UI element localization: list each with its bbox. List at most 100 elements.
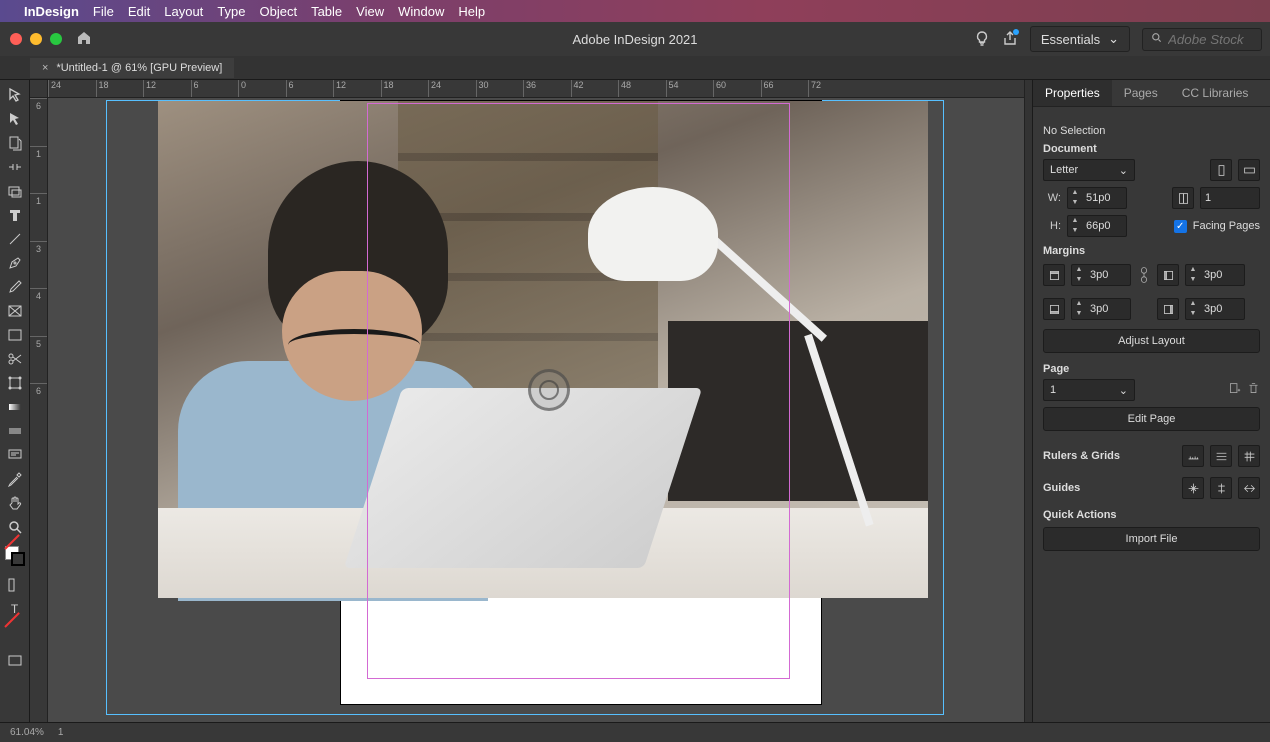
menu-file[interactable]: File (93, 4, 114, 19)
eyedropper-tool[interactable] (2, 468, 28, 490)
pen-tool[interactable] (2, 252, 28, 274)
content-grabber-icon[interactable] (528, 369, 570, 411)
ruler-units-icon[interactable] (1182, 445, 1204, 467)
adobe-stock-search[interactable] (1142, 28, 1262, 51)
default-colors-icon[interactable] (5, 624, 25, 644)
panel-grip[interactable] (1024, 80, 1032, 722)
edit-page-button[interactable]: Edit Page (1043, 407, 1260, 431)
scissors-tool[interactable] (2, 348, 28, 370)
gradient-swatch-tool[interactable] (2, 396, 28, 418)
ruler-tick: 66 (761, 80, 809, 97)
add-page-icon[interactable] (1228, 382, 1241, 398)
direct-selection-tool[interactable] (2, 108, 28, 130)
page-margin-guide (367, 103, 790, 679)
adjust-layout-button[interactable]: Adjust Layout (1043, 329, 1260, 353)
tab-properties[interactable]: Properties (1033, 80, 1112, 106)
menu-view[interactable]: View (356, 4, 384, 19)
document-tabs: × *Untitled-1 @ 61% [GPU Preview] (0, 56, 1270, 80)
home-icon[interactable] (76, 30, 92, 49)
margin-outside-input[interactable]: ▲▼ (1185, 298, 1245, 320)
content-collector-tool[interactable] (2, 180, 28, 202)
panel-tabs: Properties Pages CC Libraries (1033, 80, 1270, 107)
margin-bottom-input[interactable]: ▲▼ (1071, 298, 1131, 320)
menu-edit[interactable]: Edit (128, 4, 150, 19)
orientation-portrait-icon[interactable] (1210, 159, 1232, 181)
window-minimize-icon[interactable] (30, 33, 42, 45)
selection-tool[interactable] (2, 84, 28, 106)
rectangle-tool[interactable] (2, 324, 28, 346)
tab-cc-libraries[interactable]: CC Libraries (1170, 80, 1261, 106)
gap-tool[interactable] (2, 156, 28, 178)
tab-close-icon[interactable]: × (42, 62, 48, 74)
rectangle-frame-tool[interactable] (2, 300, 28, 322)
fill-stroke-swatch[interactable] (5, 546, 25, 566)
horizontal-ruler[interactable]: 24 18 12 6 0 6 12 18 24 30 36 42 48 54 6… (48, 80, 1024, 98)
tips-icon[interactable] (974, 30, 990, 49)
window-zoom-icon[interactable] (50, 33, 62, 45)
delete-page-icon[interactable] (1247, 382, 1260, 398)
note-tool[interactable] (2, 444, 28, 466)
pages-count-field[interactable] (1201, 192, 1241, 204)
snap-guides-icon[interactable] (1182, 477, 1204, 499)
ruler-tick: 18 (96, 80, 144, 97)
menu-object[interactable]: Object (260, 4, 298, 19)
menu-app-name[interactable]: InDesign (24, 4, 79, 19)
type-tool[interactable] (2, 204, 28, 226)
status-page[interactable]: 1 (58, 727, 64, 738)
screen-mode-icon[interactable] (2, 650, 28, 672)
canvas[interactable]: 24 18 12 6 0 6 12 18 24 30 36 42 48 54 6… (30, 80, 1024, 722)
window-close-icon[interactable] (10, 33, 22, 45)
hand-tool[interactable] (2, 492, 28, 514)
properties-panel: Properties Pages CC Libraries No Selecti… (1032, 80, 1270, 722)
pages-icon[interactable] (1172, 187, 1194, 209)
ruler-origin[interactable] (30, 80, 48, 98)
chevron-down-icon: ⌄ (1119, 164, 1128, 177)
facing-pages-checkbox[interactable]: ✓ (1174, 220, 1187, 233)
width-field[interactable] (1082, 192, 1126, 204)
formatting-container-icon[interactable] (2, 574, 28, 596)
vertical-ruler[interactable]: 6 1 1 3 4 5 6 (30, 98, 48, 722)
zoom-level[interactable]: 61.04% (10, 727, 44, 738)
ruler-tick: 6 (30, 383, 47, 431)
share-icon[interactable] (1002, 30, 1018, 49)
page-number-select[interactable]: 1 ⌄ (1043, 379, 1135, 401)
stroke-color-icon[interactable] (11, 552, 25, 566)
tab-pages[interactable]: Pages (1112, 80, 1170, 106)
orientation-landscape-icon[interactable] (1238, 159, 1260, 181)
ruler-tick: 1 (30, 146, 47, 194)
ruler-tick: 24 (428, 80, 476, 97)
menu-type[interactable]: Type (217, 4, 245, 19)
line-tool[interactable] (2, 228, 28, 250)
smart-guides-icon[interactable] (1210, 477, 1232, 499)
document-grid-icon[interactable] (1238, 445, 1260, 467)
menu-table[interactable]: Table (311, 4, 342, 19)
height-input[interactable]: ▲▼ (1067, 215, 1127, 237)
baseline-grid-icon[interactable] (1210, 445, 1232, 467)
menu-help[interactable]: Help (458, 4, 485, 19)
pencil-tool[interactable] (2, 276, 28, 298)
margin-inside-input[interactable]: ▲▼ (1185, 264, 1245, 286)
ruler-tick: 60 (713, 80, 761, 97)
document-tab[interactable]: × *Untitled-1 @ 61% [GPU Preview] (30, 58, 234, 78)
zoom-tool[interactable] (2, 516, 28, 538)
gradient-feather-tool[interactable] (2, 420, 28, 442)
page-tool[interactable] (2, 132, 28, 154)
quick-actions-label: Quick Actions (1043, 509, 1260, 521)
rulers-grids-label: Rulers & Grids (1043, 450, 1120, 462)
menu-window[interactable]: Window (398, 4, 444, 19)
free-transform-tool[interactable] (2, 372, 28, 394)
guides-label: Guides (1043, 482, 1080, 494)
margin-top-icon (1043, 264, 1065, 286)
search-icon (1151, 32, 1162, 46)
workspace-selector[interactable]: Essentials ⌄ (1030, 26, 1130, 52)
height-field[interactable] (1082, 220, 1126, 232)
link-margins-icon[interactable] (1137, 261, 1151, 289)
stock-search-input[interactable] (1168, 32, 1248, 47)
pages-count-input[interactable] (1200, 187, 1260, 209)
guide-options-icon[interactable] (1238, 477, 1260, 499)
margin-top-input[interactable]: ▲▼ (1071, 264, 1131, 286)
width-input[interactable]: ▲▼ (1067, 187, 1127, 209)
import-file-button[interactable]: Import File (1043, 527, 1260, 551)
menu-layout[interactable]: Layout (164, 4, 203, 19)
page-size-select[interactable]: Letter ⌄ (1043, 159, 1135, 181)
